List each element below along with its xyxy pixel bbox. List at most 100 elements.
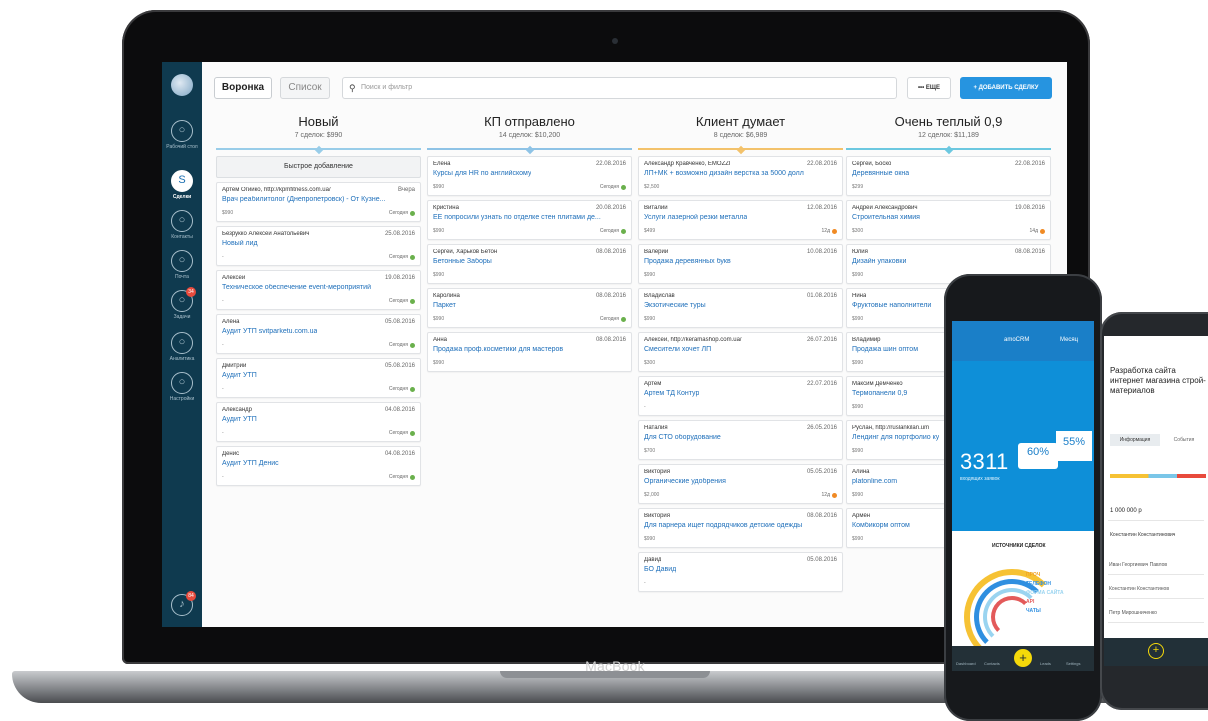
source-label: ФОРМА САЙТА: [1026, 590, 1064, 596]
deal-card[interactable]: Виктория 05.05.2016 Органические удобрения…: [638, 464, 843, 504]
deal-name[interactable]: Смесители хочет ЛП: [644, 346, 711, 353]
view-funnel-tab[interactable]: Воронка: [214, 77, 272, 99]
deal-price: $990: [644, 272, 656, 278]
deal-card[interactable]: Анна 08.08.2016 Продажа проф.косметики для…: [427, 332, 632, 372]
deal-price: -: [644, 580, 646, 586]
deal-name[interactable]: Строительная химия: [852, 214, 920, 221]
sources-panel: ИСТОЧНИКИ СДЕЛОК ПРОЧ ТЕЛЕФОН ФОРМА САЙТА A…: [952, 531, 1094, 665]
deal-name[interactable]: Аудит УТП: [222, 416, 257, 423]
deal-name[interactable]: Комбикорм оптом: [852, 522, 910, 529]
sidebar-item[interactable]: S Сделки: [162, 170, 202, 200]
deal-card[interactable]: Александр Кравченко, EMOZZI 22.08.2016 ЛП+…: [638, 156, 843, 196]
deal-card[interactable]: Владислав 01.08.2016 Экзотические туры $990: [638, 288, 843, 328]
tab-info[interactable]: Информация: [1110, 434, 1160, 446]
deal-name[interactable]: Деревянные окна: [852, 170, 909, 177]
sidebar-item[interactable]: ○ Рабочий стол: [162, 120, 202, 150]
quick-add-button[interactable]: Быстрое добавление: [216, 156, 421, 178]
deal-card[interactable]: Давид 05.08.2016 БО Давид -: [638, 552, 843, 592]
add-deal-button[interactable]: + ДОБАВИТЬ СДЕЛКУ: [960, 77, 1052, 99]
deal-name[interactable]: Новый лид: [222, 240, 258, 247]
phone-tab[interactable]: Settings: [1066, 661, 1080, 666]
search-input[interactable]: ⚲ Поиск и фильтр: [342, 77, 897, 99]
deal-card[interactable]: Сергей, Боско 22.08.2016 Деревянные окна $2…: [846, 156, 1051, 196]
sidebar-item[interactable]: ○ Настройки: [162, 372, 202, 402]
phone-tab[interactable]: Contacts: [984, 661, 1000, 666]
deal-name[interactable]: Для СТО оборудование: [644, 434, 721, 441]
deal-card[interactable]: Александр 04.08.2016 Аудит УТП - Сегодня: [216, 402, 421, 442]
deal-name[interactable]: Курсы для HR по английскому: [433, 170, 531, 177]
phone-tab[interactable]: Leads: [1040, 661, 1051, 666]
deal-name[interactable]: Аудит УТП: [222, 372, 257, 379]
deal-name[interactable]: Экзотические туры: [644, 302, 706, 309]
sidebar-item-label: Почта: [175, 274, 189, 280]
deal-card[interactable]: Сергей, Харьков Бетон 08.08.2016 Бетонные …: [427, 244, 632, 284]
more-button[interactable]: ••• ЕЩЕ: [907, 77, 951, 99]
deal-name[interactable]: Продажа шин оптом: [852, 346, 918, 353]
add-icon[interactable]: +: [1014, 649, 1032, 667]
phone-left-month[interactable]: Месяц: [1060, 337, 1078, 343]
deal-name[interactable]: Термопанели 0,9: [852, 390, 907, 397]
deal-card[interactable]: Кристина 20.08.2016 ЕЕ попросили узнать по…: [427, 200, 632, 240]
deal-name[interactable]: Аудит УТП Денис: [222, 460, 279, 467]
column-title: Новый: [298, 114, 339, 129]
sidebar-item[interactable]: ○ Контакты: [162, 210, 202, 240]
deal-price: $300: [644, 360, 656, 366]
deal-card[interactable]: Виталий 12.08.2016 Услуги лазерной резки м…: [638, 200, 843, 240]
deal-card[interactable]: Безрукко Алексей Анатольевич 25.08.2016 Но…: [216, 226, 421, 266]
sidebar-item[interactable]: ○ 34 Задачи: [162, 287, 202, 320]
deal-name[interactable]: Аудит УТП svitparketu.com.ua: [222, 328, 317, 335]
deal-name[interactable]: Артем ТД Контур: [644, 390, 699, 397]
deal-name[interactable]: Врач реабилитолог (Днепропетровск) - От …: [222, 196, 386, 203]
deal-card[interactable]: Денис 04.08.2016 Аудит УТП Денис - Сегодня: [216, 446, 421, 486]
contact-name[interactable]: Петр Мирошниченко: [1109, 610, 1157, 616]
contact-name[interactable]: Константин Константинов: [1109, 586, 1169, 592]
notifications-button[interactable]: ♪ 84: [162, 591, 202, 616]
deal-name[interactable]: Лендинг для портфолио ку: [852, 434, 939, 441]
deal-card[interactable]: Артем Огийко, http://kpmfitness.com.ua/В…: [216, 182, 421, 222]
deal-card[interactable]: Артем 22.07.2016 Артем ТД Контур -: [638, 376, 843, 416]
deal-name[interactable]: БО Давид: [644, 566, 676, 573]
deal-date: 08.08.2016: [595, 337, 626, 343]
deal-card[interactable]: Виктория 08.08.2016 Для парнера ищет подря…: [638, 508, 843, 548]
deal-card[interactable]: Алёна 05.08.2016 Аудит УТП svitparketu.com…: [216, 314, 421, 354]
deal-card[interactable]: Елена 22.08.2016 Курсы для HR по английско…: [427, 156, 632, 196]
deal-card[interactable]: Андрей Александрович 19.08.2016 Строительн…: [846, 200, 1051, 240]
deal-price: -: [644, 404, 646, 410]
avatar[interactable]: [171, 74, 193, 96]
contacts-icon: ○: [171, 210, 193, 232]
deal-name[interactable]: Для парнера ищет подрядчиков детские оде…: [644, 522, 802, 529]
phone-left-title: amoCRM: [1004, 337, 1030, 343]
deal-title: Разработка сайта интернет магазина строй…: [1110, 366, 1206, 395]
deal-name[interactable]: Бетонные Заборы: [433, 258, 492, 265]
deal-name[interactable]: Техническое обеспечение event-мероприяти…: [222, 284, 371, 291]
deal-name[interactable]: Продажа проф.косметики для мастеров: [433, 346, 563, 353]
view-list-tab[interactable]: Список: [280, 77, 330, 99]
sidebar-item[interactable]: ○ Аналитика: [162, 332, 202, 362]
deal-card[interactable]: Каролина 08.08.2016 Паркет $990 Сегодня: [427, 288, 632, 328]
deal-name[interactable]: Паркет: [433, 302, 456, 309]
status-dot: [410, 387, 415, 392]
contact-name[interactable]: Иван Георгиевич Павлов: [1109, 562, 1167, 568]
deal-name[interactable]: Услуги лазерной резки металла: [644, 214, 747, 221]
deal-name[interactable]: Органические удобрения: [644, 478, 726, 485]
deal-contact: Андрей Александрович: [852, 205, 918, 211]
deal-name[interactable]: Дизайн упаковки: [852, 258, 906, 265]
tab-events[interactable]: События: [1162, 434, 1206, 446]
deal-name[interactable]: Продажа деревянных букв: [644, 258, 731, 265]
deal-card[interactable]: Дмитрий 05.08.2016 Аудит УТП - Сегодня: [216, 358, 421, 398]
add-icon-2[interactable]: +: [1148, 643, 1164, 659]
sidebar-item[interactable]: ○ Почта: [162, 250, 202, 280]
search-icon: ⚲: [349, 83, 356, 93]
deal-name[interactable]: platonline.com: [852, 478, 897, 485]
deal-name[interactable]: Фруктовые наполнители: [852, 302, 931, 309]
deal-name[interactable]: ЕЕ попросили узнать по отделке стен плит…: [433, 214, 601, 221]
deal-contact: Александр Кравченко, EMOZZI: [644, 161, 731, 167]
deal-name[interactable]: ЛП+МК + возможно дизайн верстка за 5000 …: [644, 170, 804, 177]
deal-price: $990: [852, 316, 864, 322]
deal-card[interactable]: Алексей 19.08.2016 Техническое обеспечение…: [216, 270, 421, 310]
phone-tab[interactable]: Dashboard: [956, 661, 976, 666]
deal-card[interactable]: Наталия 26.05.2016 Для СТО оборудование $70…: [638, 420, 843, 460]
deal-price: $300: [852, 228, 864, 234]
deal-card[interactable]: Алексей, http://keramashop.com.ua/26.07.…: [638, 332, 843, 372]
deal-card[interactable]: Валерий 10.08.2016 Продажа деревянных букв…: [638, 244, 843, 284]
